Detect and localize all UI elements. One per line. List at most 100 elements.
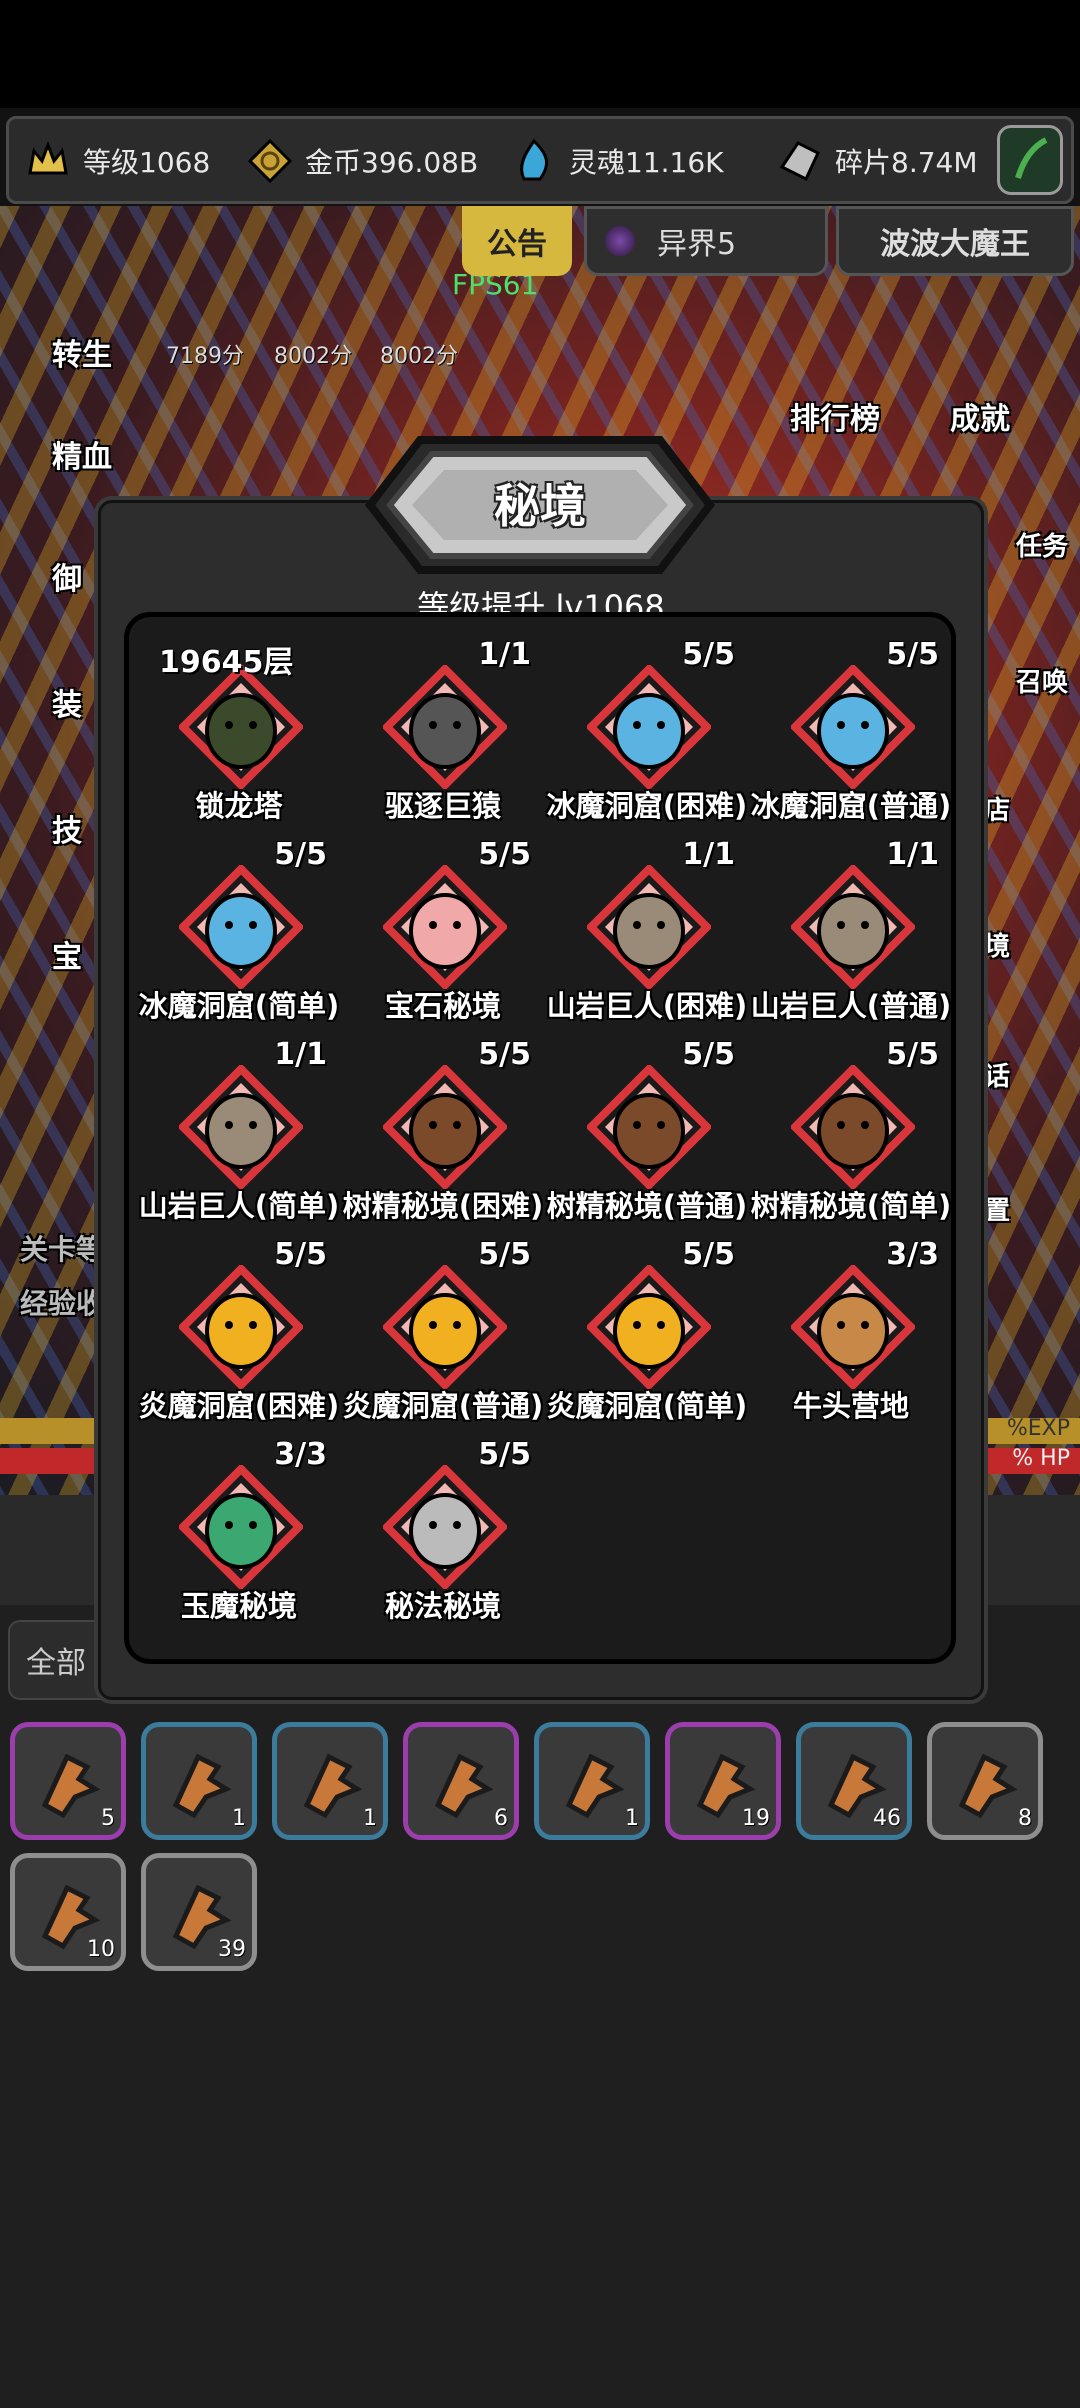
rebirth-button[interactable]: 转生 [52,330,112,374]
slot-quantity: 10 [87,1937,115,1962]
realm-count: 1/1 [274,1037,327,1072]
realm-entry[interactable]: 19645层锁龙塔 [139,637,339,827]
skill-button[interactable]: 技 [52,806,82,850]
minotaur-icon [791,1265,915,1389]
exp-label-partial: 经验收 [20,1287,105,1320]
rock-giant-icon [791,865,915,989]
realm-entry[interactable]: 1/1 山岩巨人(困难) [547,837,748,1027]
treant-icon [587,1065,711,1189]
realm-count: 19645层 [159,645,294,680]
side-button-3[interactable]: 御 [52,554,82,598]
realm-count: 5/5 [682,1237,735,1272]
realm-entry[interactable]: 5/5 树精秘境(简单) [751,1037,952,1227]
realm-entry[interactable]: 5/5 宝石秘境 [343,837,543,1027]
inventory-slot[interactable]: 6 [403,1722,519,1840]
realm-entry[interactable]: 5/5 冰魔洞窟(普通) [751,637,952,827]
inventory-slot[interactable]: 8 [927,1722,1043,1840]
realm-count: 1/1 [886,837,939,872]
slot-quantity: 5 [101,1806,115,1831]
boss-tab[interactable]: 波波大魔王 [836,206,1074,276]
realm-name: 驱逐巨猿 [384,789,501,823]
summon-button[interactable]: 召唤 [1016,662,1068,699]
inventory-slot[interactable]: 46 [796,1722,912,1840]
score-3: 8002分 [380,344,458,369]
rock-giant-icon [179,1065,303,1189]
inventory-slot[interactable]: 1 [534,1722,650,1840]
realm-entry[interactable]: 5/5 冰魔洞窟(困难) [547,637,748,827]
realm-entry[interactable]: 1/1 山岩巨人(普通) [751,837,952,1027]
inventory-slot[interactable]: 1 [141,1722,257,1840]
dragon-head-icon [179,665,303,789]
ice-demon-icon [791,665,915,789]
inventory-slot[interactable]: 39 [141,1853,257,1971]
realm-name: 山岩巨人(困难) [546,989,748,1023]
crown-icon [23,136,73,186]
realm-entry[interactable]: 5/5 炎魔洞窟(困难) [139,1237,340,1427]
fire-demon-icon [179,1265,303,1389]
settings-button[interactable]: 置 [984,1190,1010,1227]
realm-entry[interactable]: 5/5 冰魔洞窟(简单) [139,837,340,1027]
slot-quantity: 8 [1018,1806,1032,1831]
realm-name: 山岩巨人(普通) [750,989,952,1023]
realm-name: 冰魔洞窟(简单) [138,989,340,1023]
slot-quantity: 1 [232,1806,246,1831]
shop-button[interactable]: 店 [984,790,1010,827]
realm-button[interactable]: 境 [984,926,1010,963]
realm-entry[interactable]: 1/1 山岩巨人(简单) [139,1037,340,1227]
spellbook-icon [383,1465,507,1589]
jade-demon-icon [179,1465,303,1589]
realm-name: 树精秘境(简单) [750,1189,952,1223]
shard-icon [775,136,825,186]
notice-tab[interactable]: 公告 [462,206,572,276]
realm-count: 5/5 [274,1237,327,1272]
realm-entry[interactable]: 3/3 牛头营地 [751,1237,951,1427]
realm-entry[interactable]: 1/1 驱逐巨猿 [343,637,543,827]
talk-button[interactable]: 话 [984,1056,1010,1093]
realm-name: 炎魔洞窟(普通) [342,1389,544,1423]
realm-name: 冰魔洞窟(普通) [750,789,952,823]
task-button[interactable]: 任务 [1016,526,1068,563]
realm-count: 5/5 [682,1037,735,1072]
stage-label-partial: 关卡等 [20,1233,105,1266]
slot-quantity: 1 [363,1806,377,1831]
realm-name: 树精秘境(困难) [342,1189,544,1223]
realm-entry[interactable]: 5/5 树精秘境(普通) [547,1037,748,1227]
realm-name: 树精秘境(普通) [546,1189,748,1223]
realm-name: 山岩巨人(简单) [138,1189,340,1223]
level-resource: 等级1068 [23,139,210,183]
realm-entry[interactable]: 5/5 秘法秘境 [343,1437,543,1627]
realm-count: 5/5 [886,1037,939,1072]
realm-entry[interactable]: 3/3 玉魔秘境 [139,1437,339,1627]
gold-resource: 金币396.08B [245,138,478,184]
treant-icon [791,1065,915,1189]
realm-entry[interactable]: 5/5 树精秘境(困难) [343,1037,544,1227]
realm-name: 锁龙塔 [195,789,283,823]
shard-resource: 碎片8.74M [775,139,978,183]
realm-count: 5/5 [478,1037,531,1072]
achievement-button[interactable]: 成就 [950,394,1010,438]
inventory-slot[interactable]: 5 [10,1722,126,1840]
inventory-slot[interactable]: 1 [272,1722,388,1840]
realm-name: 炎魔洞窟(困难) [138,1389,340,1423]
blood-essence-button[interactable]: 精血 [52,432,112,476]
slot-quantity: 46 [873,1806,901,1831]
realm-name: 冰魔洞窟(困难) [546,789,748,823]
realm-count: 1/1 [682,837,735,872]
inventory-slot[interactable]: 19 [665,1722,781,1840]
otherworld-tab[interactable]: 异界5 [584,206,828,276]
realm-count: 3/3 [274,1437,327,1472]
inventory-slot[interactable]: 10 [10,1853,126,1971]
ice-demon-icon [587,665,711,789]
score-1: 7189分 [166,344,244,369]
realm-entry[interactable]: 5/5 炎魔洞窟(普通) [343,1237,544,1427]
soul-resource: 灵魂11.16K [509,138,724,183]
gem-icon [383,865,507,989]
equipment-button[interactable]: 装 [52,680,82,724]
ape-icon [383,665,507,789]
realm-entry[interactable]: 5/5 炎魔洞窟(简单) [547,1237,748,1427]
treasure-button[interactable]: 宝 [52,932,82,976]
slot-quantity: 39 [218,1937,246,1962]
menu-button[interactable] [997,125,1063,195]
ice-demon-icon [179,865,303,989]
ranking-button[interactable]: 排行榜 [790,394,880,438]
